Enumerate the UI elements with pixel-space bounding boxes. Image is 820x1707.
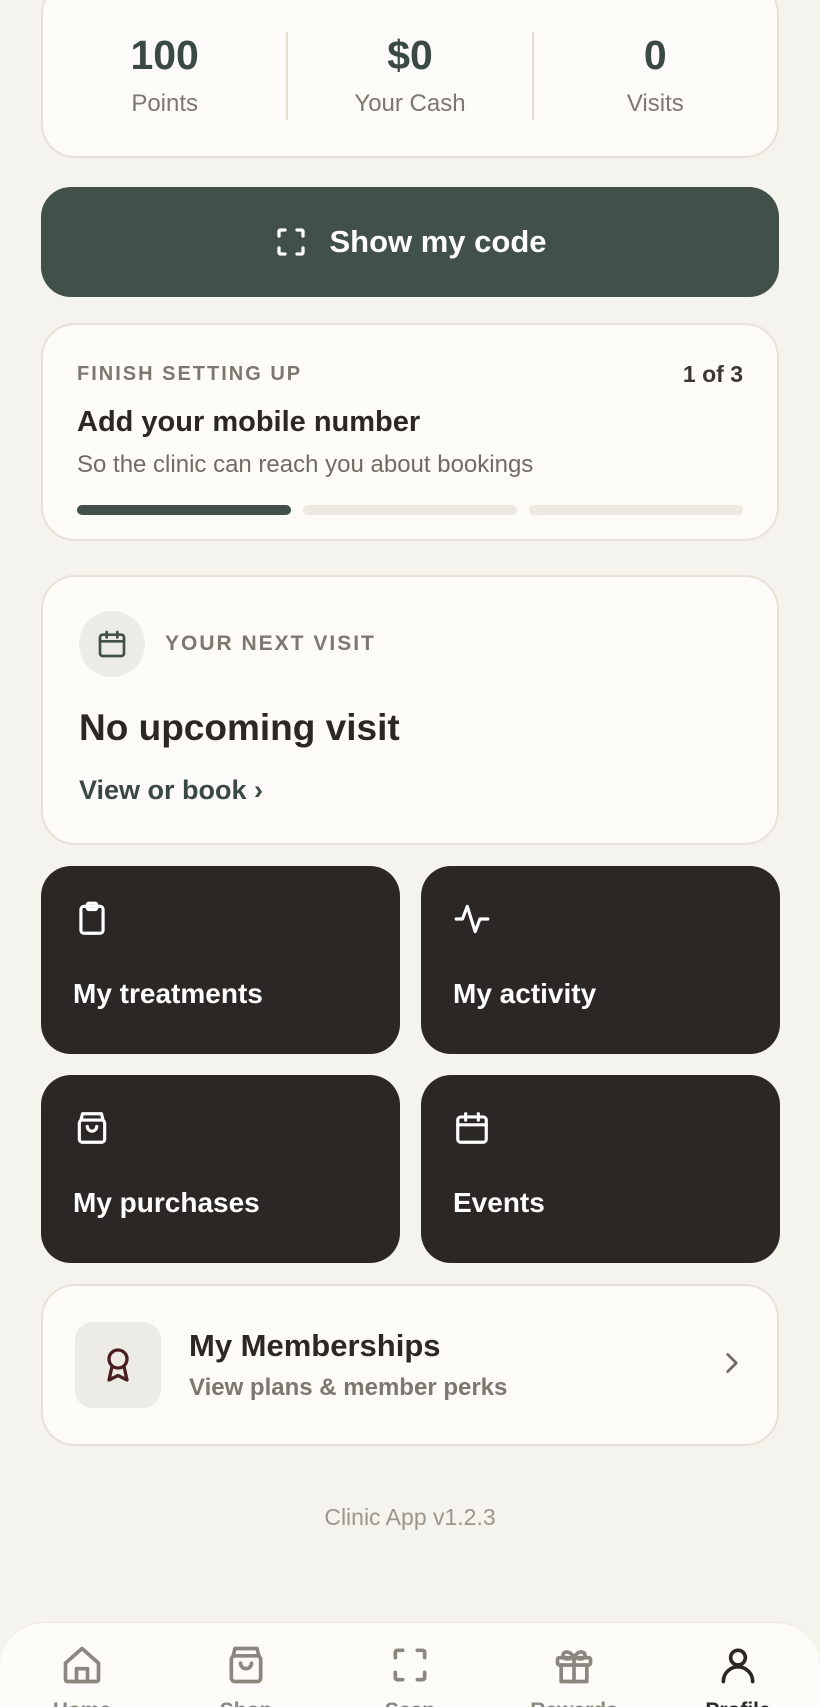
show-code-button[interactable]: Show my code — [41, 187, 779, 297]
my-activity-tile[interactable]: My activity — [421, 866, 780, 1054]
calendar-icon — [98, 630, 126, 658]
visit-eyebrow: YOUR NEXT VISIT — [165, 632, 376, 655]
app-version: Clinic App v1.2.3 — [324, 1504, 496, 1530]
activity-icon — [454, 904, 490, 934]
nav-scan[interactable]: Scan — [335, 1643, 485, 1707]
stat-value: 0 — [643, 31, 667, 78]
stat-label: Your Cash — [354, 89, 466, 117]
shopping-bag-icon — [77, 1112, 107, 1144]
shopping-bag-icon — [229, 1646, 263, 1684]
setup-eyebrow: FINISH SETTING UP — [77, 363, 303, 385]
setup-subtitle: So the clinic can reach you about bookin… — [77, 451, 534, 478]
home-icon — [63, 1646, 101, 1684]
stat-points[interactable]: 100 Points — [43, 21, 286, 118]
memberships-subtitle: View plans & member perks — [189, 1374, 508, 1401]
stats-card: 100 Points $0 Your Cash 0 Visits — [41, 0, 779, 158]
view-or-book-link[interactable]: View or book › — [79, 775, 263, 806]
events-tile[interactable]: Events — [421, 1075, 780, 1263]
progress-segment — [77, 505, 291, 515]
stat-cash[interactable]: $0 Your Cash — [288, 21, 531, 118]
nav-rewards[interactable]: Rewards — [499, 1643, 649, 1707]
nav-label: Home — [53, 1699, 111, 1707]
progress-segment — [529, 505, 743, 515]
nav-shop[interactable]: Shop — [171, 1643, 321, 1707]
memberships-icon-badge — [75, 1322, 161, 1408]
setup-title: Add your mobile number — [77, 406, 421, 438]
nav-label: Shop — [220, 1699, 273, 1707]
stat-visits[interactable]: 0 Visits — [534, 21, 777, 118]
tile-label: My activity — [453, 978, 597, 1009]
stat-value: 100 — [130, 31, 199, 78]
setup-card[interactable]: FINISH SETTING UP 1 of 3 Add your mobile… — [41, 323, 779, 541]
visit-icon-badge — [79, 611, 145, 677]
tile-label: Events — [453, 1187, 545, 1218]
nav-home[interactable]: Home — [7, 1643, 157, 1707]
stat-label: Visits — [626, 89, 684, 117]
scan-icon — [277, 228, 306, 256]
memberships-card[interactable]: My Memberships View plans & member perks — [41, 1284, 779, 1446]
memberships-title: My Memberships — [189, 1328, 441, 1363]
nav-label: Scan — [385, 1699, 435, 1707]
nav-label: Profile — [705, 1699, 770, 1707]
tile-label: My purchases — [73, 1187, 260, 1218]
chevron-right-icon — [719, 1348, 745, 1383]
bottom-nav: Home Shop Scan Rewards Profile — [0, 1622, 820, 1707]
setup-step-count: 1 of 3 — [682, 361, 743, 387]
scan-icon — [393, 1648, 427, 1682]
nav-label: Rewards — [530, 1699, 618, 1707]
calendar-icon — [456, 1112, 488, 1144]
award-ribbon-icon — [107, 1348, 129, 1382]
my-treatments-tile[interactable]: My treatments — [41, 866, 400, 1054]
show-code-label: Show my code — [329, 224, 547, 259]
stat-value: $0 — [387, 31, 433, 78]
my-purchases-tile[interactable]: My purchases — [41, 1075, 400, 1263]
setup-progress — [77, 505, 743, 515]
tile-label: My treatments — [73, 978, 263, 1009]
clipboard-icon — [79, 901, 105, 935]
stat-label: Points — [131, 89, 199, 117]
user-icon — [721, 1648, 755, 1684]
nav-profile[interactable]: Profile — [663, 1643, 813, 1707]
next-visit-card: YOUR NEXT VISIT No upcoming visit View o… — [41, 575, 779, 845]
progress-segment — [303, 505, 517, 515]
gift-icon — [555, 1650, 593, 1684]
visit-title: No upcoming visit — [79, 707, 400, 748]
